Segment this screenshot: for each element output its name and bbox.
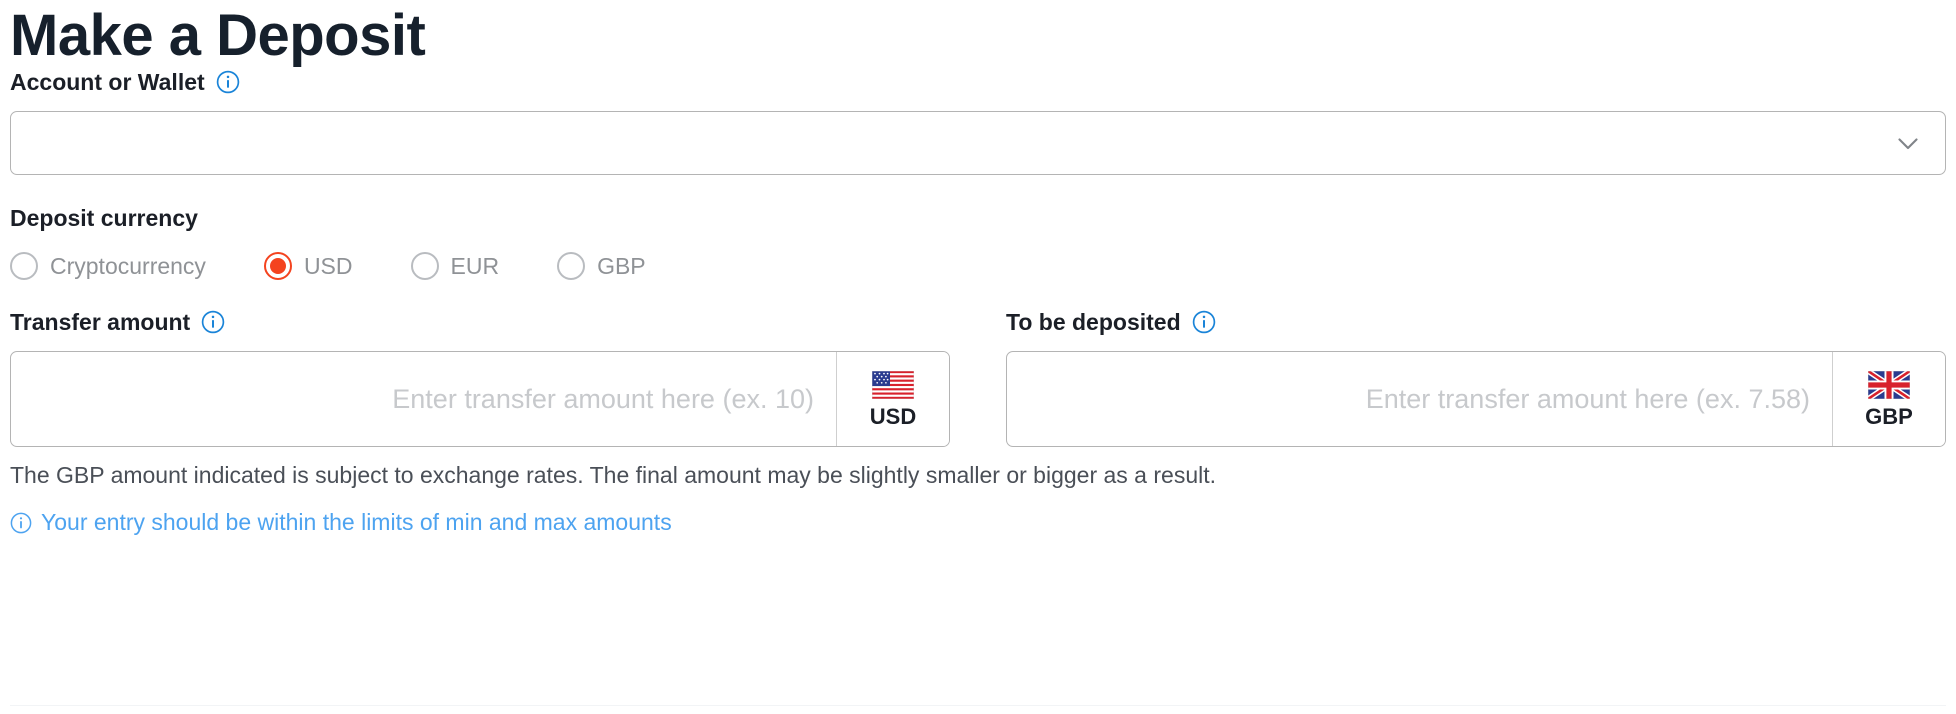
amount-fields-row: Transfer amount Enter transfer amount he… — [10, 310, 1946, 448]
radio-option-eur[interactable]: EUR — [410, 252, 500, 281]
exchange-rate-note: The GBP amount indicated is subject to e… — [10, 462, 1216, 489]
to-be-deposited-label-text: To be deposited — [1006, 308, 1181, 335]
radio-label-eur: EUR — [450, 252, 500, 279]
make-a-deposit-form: Make a Deposit Account or Wallet Deposit… — [0, 0, 1956, 714]
transfer-amount-field: Transfer amount Enter transfer amount he… — [10, 310, 950, 448]
transfer-amount-currency-code: USD — [869, 403, 917, 429]
radio-mark-gbp[interactable] — [557, 252, 586, 281]
transfer-amount-input-group: USD — [10, 351, 950, 448]
info-icon[interactable] — [1192, 310, 1216, 334]
radio-option-cryptocurrency[interactable]: Cryptocurrency — [10, 252, 206, 281]
radio-option-gbp[interactable]: GBP — [557, 252, 646, 281]
info-icon[interactable] — [216, 70, 240, 94]
gb-flag-icon — [1868, 370, 1910, 399]
deposit-currency-label: Deposit currency — [10, 205, 198, 232]
limits-hint: Your entry should be within the limits o… — [10, 511, 1946, 534]
to-be-deposited-currency-badge: GBP — [1832, 352, 1945, 447]
to-be-deposited-field: To be deposited Enter transfer amount he… — [1006, 310, 1946, 448]
transfer-amount-label: Transfer amount — [10, 310, 950, 334]
transfer-amount-currency-badge: USD — [836, 352, 949, 447]
radio-label-usd: USD — [303, 252, 353, 279]
radio-label-gbp: GBP — [597, 252, 646, 279]
page-title: Make a Deposit — [10, 3, 426, 68]
us-flag-icon — [872, 370, 914, 399]
transfer-amount-label-text: Transfer amount — [10, 308, 191, 335]
transfer-amount-input[interactable] — [11, 352, 836, 447]
account-or-wallet-select[interactable] — [10, 111, 1946, 176]
radio-label-cryptocurrency: Cryptocurrency — [50, 252, 206, 279]
radio-mark-usd[interactable] — [263, 252, 292, 281]
bottom-divider — [10, 705, 1946, 706]
info-icon[interactable] — [201, 310, 225, 334]
radio-mark-eur[interactable] — [410, 252, 439, 281]
deposit-currency-radio-group: Cryptocurrency USD EUR GBP — [10, 252, 1946, 281]
to-be-deposited-input[interactable] — [1007, 352, 1832, 447]
to-be-deposited-input-group: GBP — [1006, 351, 1946, 448]
radio-mark-cryptocurrency[interactable] — [10, 252, 38, 281]
info-icon — [10, 512, 32, 534]
account-or-wallet-label-text: Account or Wallet — [10, 68, 205, 95]
radio-option-usd[interactable]: USD — [263, 252, 353, 281]
limits-hint-text: Your entry should be within the limits o… — [41, 509, 672, 536]
to-be-deposited-label: To be deposited — [1006, 310, 1946, 334]
account-or-wallet-label: Account or Wallet — [10, 70, 1946, 94]
to-be-deposited-currency-code: GBP — [1865, 403, 1913, 429]
chevron-down-icon[interactable] — [1893, 128, 1923, 158]
